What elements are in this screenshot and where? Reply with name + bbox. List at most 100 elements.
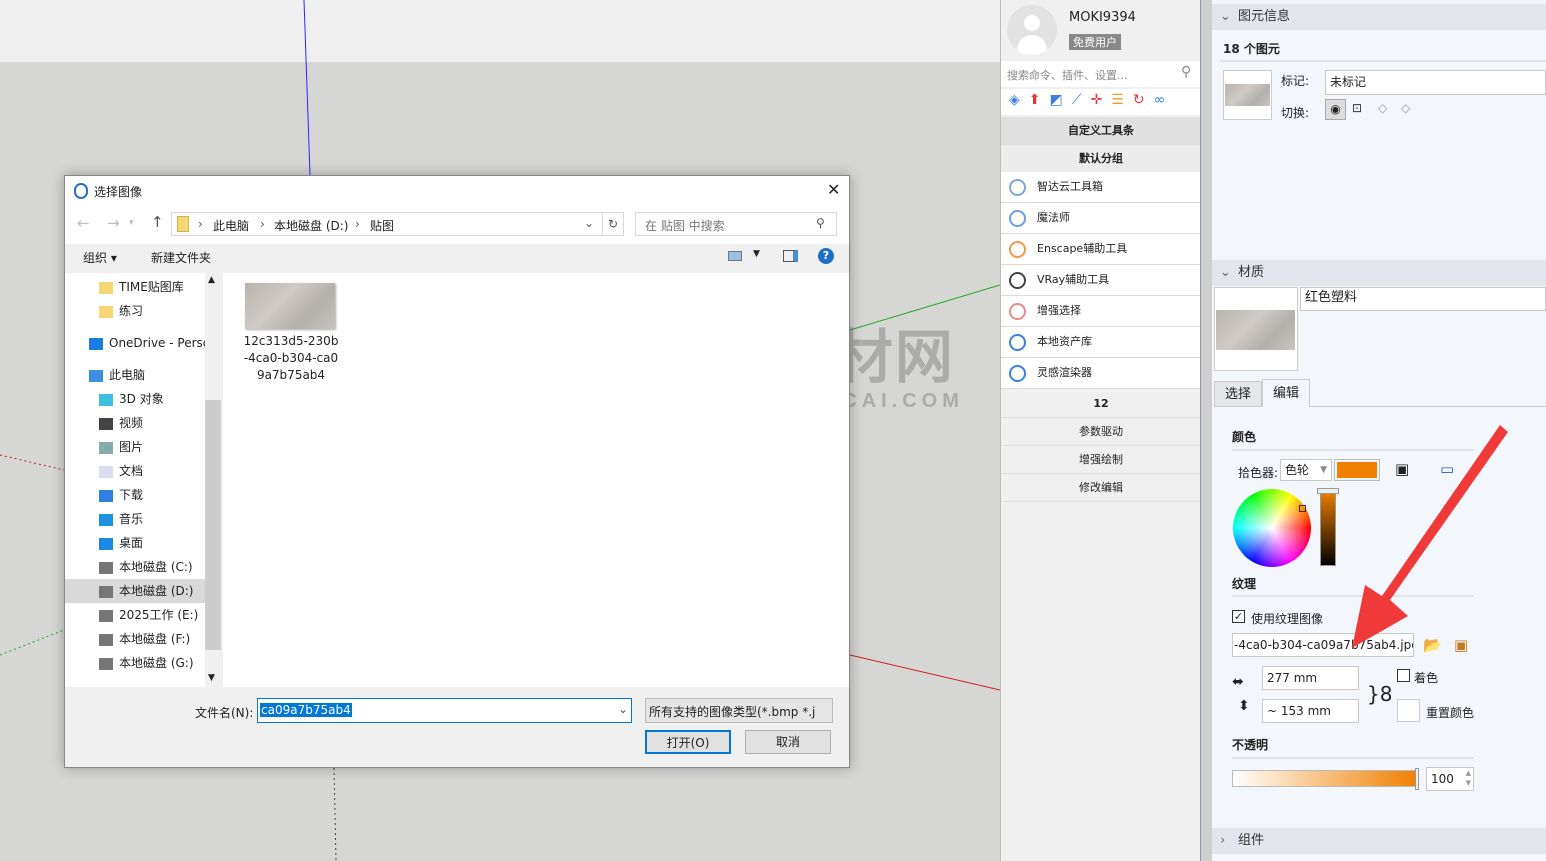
picker-select[interactable]: 色轮 ▼	[1280, 459, 1332, 481]
cast-shadows-icon[interactable]: ◇	[1401, 101, 1410, 115]
opacity-slider-handle[interactable]	[1415, 768, 1419, 790]
back-button[interactable]: ←	[77, 214, 90, 232]
toolbar-item[interactable]: 增强选择	[1001, 296, 1201, 327]
toolbar-item[interactable]: Enscape辅助工具	[1001, 234, 1201, 265]
nav-item[interactable]: 本地磁盘 (D:)	[65, 579, 205, 603]
nav-item[interactable]: 文档	[65, 459, 205, 483]
quick-icon-row[interactable]: ◈⬆◩⟋✛☰↻∞	[1001, 89, 1201, 115]
materials-title: 材质	[1238, 265, 1265, 280]
preview-pane-icon[interactable]	[783, 250, 798, 262]
nav-item[interactable]: 图片	[65, 435, 205, 459]
toolbar-item[interactable]: 本地资产库	[1001, 327, 1201, 358]
opacity-slider[interactable]	[1232, 768, 1419, 790]
group-param-drive[interactable]: 参数驱动	[1001, 418, 1201, 446]
receive-shadows-icon[interactable]: ◇	[1378, 101, 1387, 115]
nav-item[interactable]: 音乐	[65, 507, 205, 531]
cancel-button[interactable]: 取消	[745, 730, 831, 754]
nav-scrollbar[interactable]: ▲ ▼	[205, 273, 221, 687]
tab-edit[interactable]: 编辑	[1262, 379, 1310, 407]
entity-info-header[interactable]: ⌄ 图元信息	[1212, 4, 1546, 30]
search-box[interactable]: 在 贴图 中搜索 ⚲	[635, 212, 837, 236]
tool-icon[interactable]: ⟋	[1072, 92, 1091, 108]
nav-item[interactable]: 本地磁盘 (F:)	[65, 627, 205, 651]
nav-item[interactable]: 下载	[65, 483, 205, 507]
close-button[interactable]: ✕	[827, 180, 840, 199]
brightness-slider[interactable]	[1317, 488, 1339, 566]
tool-icon[interactable]: ∞	[1154, 92, 1175, 108]
refresh-button[interactable]: ↻	[602, 212, 624, 236]
custom-toolbar-header[interactable]: 自定义工具条	[1001, 117, 1201, 145]
reset-color-button[interactable]	[1397, 699, 1420, 722]
group-modify-edit[interactable]: 修改编辑	[1001, 474, 1201, 502]
visibility-eye-icon[interactable]: ◉	[1325, 99, 1346, 120]
drive-icon	[99, 633, 113, 646]
tool-icon[interactable]: ◈	[1009, 92, 1029, 108]
tool-icon[interactable]: ✛	[1091, 92, 1112, 108]
aspect-lock-icon[interactable]: }8	[1367, 682, 1392, 706]
nav-item[interactable]: 本地磁盘 (C:)	[65, 555, 205, 579]
drive-icon	[99, 585, 113, 598]
breadcrumb-1[interactable]: 本地磁盘 (D:)	[274, 217, 348, 234]
components-header[interactable]: › 组件	[1212, 828, 1546, 854]
document-icon	[99, 465, 113, 478]
material-name-input[interactable]: 红色塑料	[1300, 287, 1546, 311]
breadcrumb-0[interactable]: 此电脑	[213, 217, 249, 234]
materials-header[interactable]: ⌄ 材质	[1212, 260, 1546, 286]
recent-dropdown[interactable]: ▾	[129, 218, 134, 228]
texture-height-input[interactable]: ~ 153 mm	[1262, 699, 1359, 723]
opacity-input[interactable]: 100 ▲ ▼	[1426, 767, 1474, 791]
open-button[interactable]: 打开(O)	[645, 730, 731, 754]
tab-select[interactable]: 选择	[1214, 381, 1262, 407]
help-icon[interactable]: ?	[818, 248, 834, 264]
address-bar[interactable]: › 此电脑 › 本地磁盘 (D:) › 贴图 ⌄	[171, 212, 603, 236]
lock-icon[interactable]: ⊡	[1352, 101, 1362, 115]
filename-input[interactable]: ca09a7b75ab4 ⌄	[257, 698, 632, 723]
forward-button[interactable]: →	[107, 214, 120, 232]
colorize-checkbox[interactable]	[1397, 669, 1410, 682]
file-item[interactable]: 12c313d5-230b -4ca0-b304-ca0 9a7b75ab4	[223, 273, 363, 388]
organize-menu[interactable]: 组织 ▾	[83, 249, 117, 266]
toolbar-item-label: 智达云工具箱	[1037, 180, 1103, 193]
toolbar-item[interactable]: 智达云工具箱	[1001, 172, 1201, 203]
address-dropdown[interactable]: ⌄	[584, 216, 594, 230]
nav-item-label: 本地磁盘 (G:)	[119, 656, 194, 670]
group-12[interactable]: 12	[1001, 390, 1201, 418]
nav-item[interactable]: 此电脑	[65, 363, 205, 387]
tool-icon[interactable]: ↻	[1133, 92, 1154, 108]
tool-icon[interactable]: ☰	[1111, 92, 1133, 108]
nav-item[interactable]: 本地磁盘 (G:)	[65, 651, 205, 675]
group-enhanced-draw[interactable]: 增强绘制	[1001, 446, 1201, 474]
nav-item[interactable]: OneDrive - Personal	[65, 331, 205, 355]
texture-width-input[interactable]: 277 mm	[1262, 666, 1359, 690]
avatar[interactable]	[1007, 5, 1057, 55]
toolbar-item[interactable]: 魔法师	[1001, 203, 1201, 234]
nav-item[interactable]: 3D 对象	[65, 387, 205, 411]
material-preview[interactable]	[1214, 287, 1298, 371]
tool-icon[interactable]: ⬆	[1029, 92, 1050, 108]
nav-item[interactable]: 2025工作 (E:)	[65, 603, 205, 627]
extension-toolbar-panel: MOKI9394 免费用户 搜索命令、插件、设置... ⚲ ◈⬆◩⟋✛☰↻∞ 自…	[1000, 0, 1201, 861]
nav-item[interactable]: 视频	[65, 411, 205, 435]
default-group-header[interactable]: 默认分组	[1001, 145, 1201, 173]
nav-item[interactable]: TIME贴图库	[65, 275, 205, 299]
view-dropdown[interactable]: ▼	[753, 249, 760, 259]
up-button[interactable]: ↑	[151, 213, 164, 231]
nav-item[interactable]: 桌面	[65, 531, 205, 555]
entity-material-swatch[interactable]	[1223, 70, 1272, 120]
panel-splitter[interactable]	[1200, 0, 1212, 861]
navigation-tree: TIME贴图库练习 OneDrive - Personal 此电脑 3D 对象视频图片…	[65, 273, 221, 687]
plugin-icon	[1009, 303, 1026, 320]
toolbar-item[interactable]: 灵感渲染器	[1001, 358, 1201, 389]
breadcrumb-2[interactable]: 贴图	[370, 217, 394, 234]
new-folder-button[interactable]: 新建文件夹	[151, 249, 211, 266]
download-icon	[99, 489, 113, 502]
toolbar-item[interactable]: VRay辅助工具	[1001, 265, 1201, 296]
nav-item[interactable]: 练习	[65, 299, 205, 323]
color-wheel[interactable]	[1233, 489, 1311, 567]
tool-icon[interactable]: ◩	[1050, 92, 1072, 108]
filetype-select[interactable]: 所有支持的图像类型(*.bmp *.j	[645, 698, 833, 723]
use-texture-checkbox[interactable]: ✓	[1232, 610, 1245, 623]
command-search[interactable]: 搜索命令、插件、设置... ⚲	[1001, 61, 1201, 87]
view-icon[interactable]	[728, 251, 742, 261]
tag-select[interactable]: 未标记	[1325, 70, 1546, 95]
